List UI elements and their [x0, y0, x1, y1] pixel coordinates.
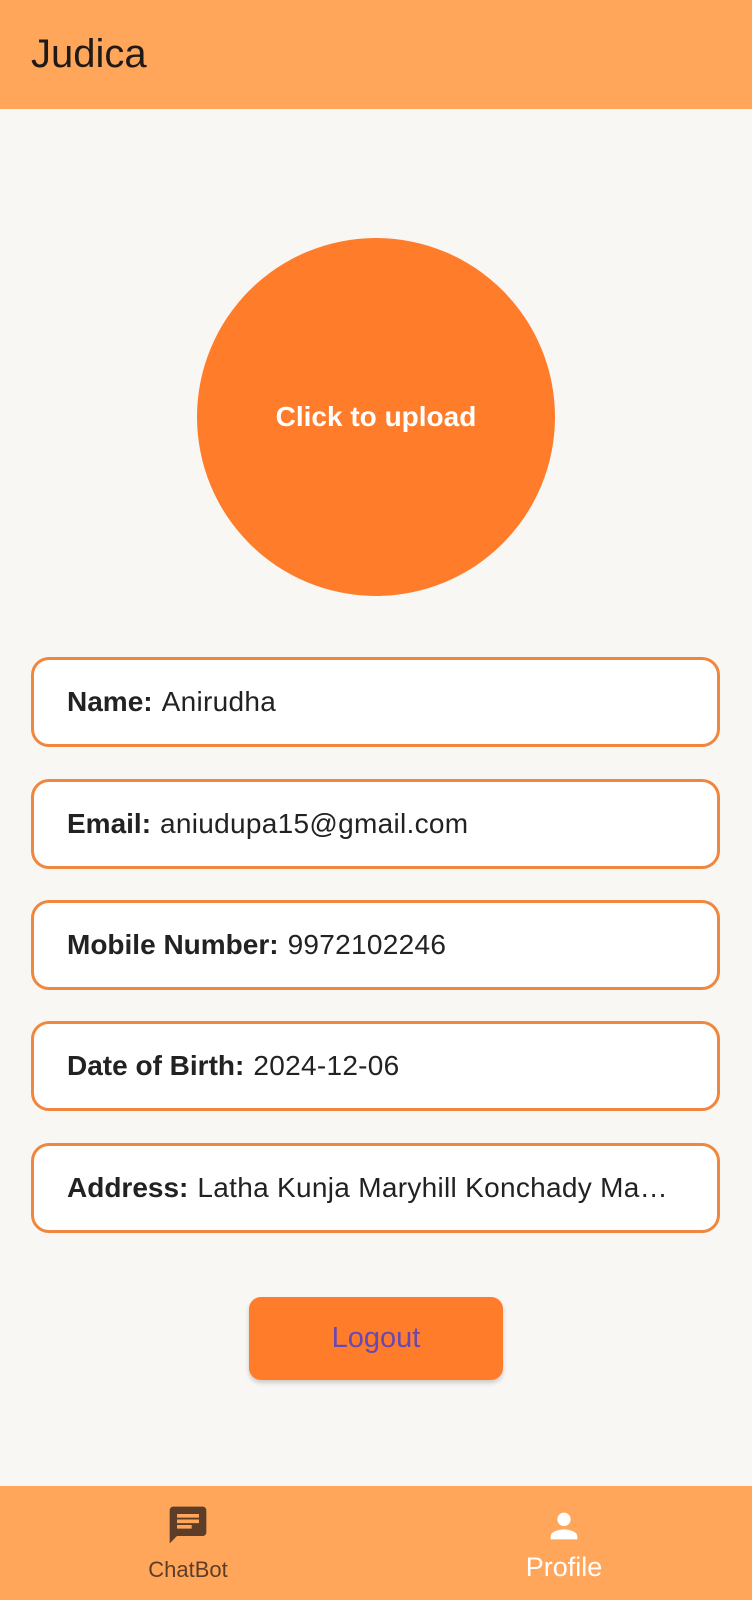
date-of-birth-field-label: Date of Birth: — [67, 1050, 245, 1081]
nav-item-chatbot-label: ChatBot — [148, 1557, 228, 1582]
name-field-value: Anirudha — [161, 686, 277, 717]
avatar-upload-label: Click to upload — [275, 401, 477, 432]
email-field-value: aniudupa15@gmail.com — [160, 808, 469, 839]
mobile-number-field-label: Mobile Number: — [67, 929, 279, 960]
bottom-navigation: ChatBot Profile — [0, 1486, 752, 1600]
app-bar: Judica — [0, 0, 752, 109]
nav-item-profile-label: Profile — [525, 1552, 603, 1582]
app-title: Judica — [31, 32, 147, 76]
email-field-label: Email: — [67, 808, 152, 839]
name-field: Name: Anirudha — [31, 657, 720, 747]
logout-button-label: Logout — [331, 1322, 421, 1354]
nav-item-profile[interactable]: Profile — [376, 1486, 752, 1600]
address-field: Address: Latha Kunja Maryhill Konchady M… — [31, 1143, 720, 1233]
address-field-value: Latha Kunja Maryhill Konchady Mangalore — [197, 1172, 677, 1203]
avatar-upload-button[interactable]: Click to upload — [197, 238, 555, 596]
mobile-number-field: Mobile Number: 9972102246 — [31, 900, 720, 990]
nav-item-chatbot[interactable]: ChatBot — [0, 1486, 376, 1600]
logout-button[interactable]: Logout — [249, 1297, 503, 1380]
name-field-label: Name: — [67, 686, 153, 717]
date-of-birth-field: Date of Birth: 2024-12-06 — [31, 1021, 720, 1111]
chat-icon — [166, 1503, 210, 1552]
person-icon — [544, 1506, 584, 1551]
date-of-birth-field-value: 2024-12-06 — [253, 1050, 400, 1081]
address-field-label: Address: — [67, 1172, 189, 1203]
email-field: Email: aniudupa15@gmail.com — [31, 779, 720, 869]
mobile-number-field-value: 9972102246 — [287, 929, 447, 960]
